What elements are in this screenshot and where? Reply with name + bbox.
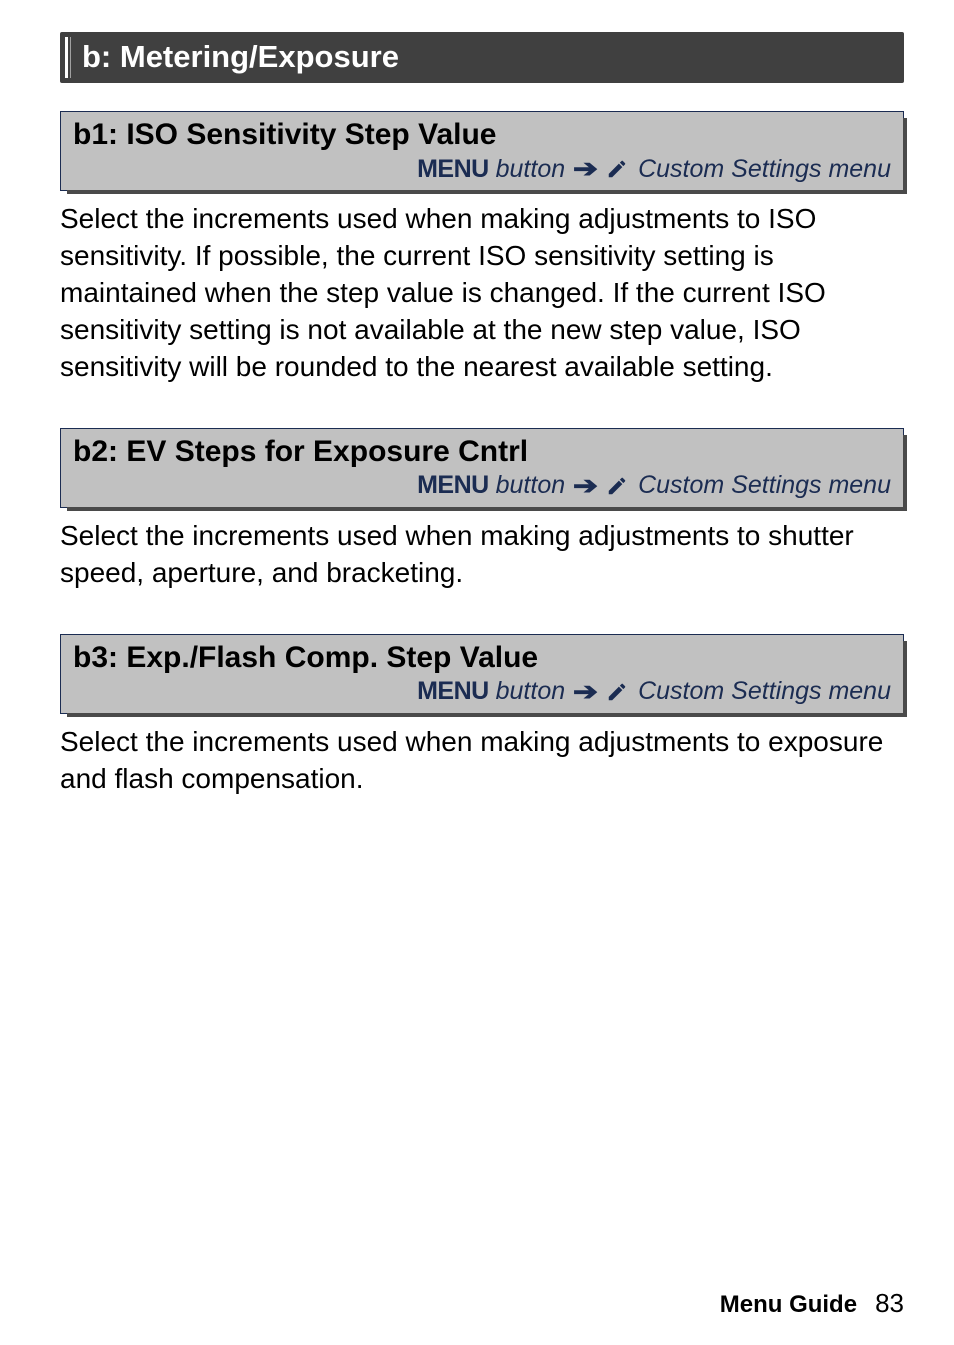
section-title: b: Metering/Exposure	[74, 39, 399, 75]
box-shadow-bottom	[67, 507, 907, 511]
menu-label: MENU	[417, 471, 489, 499]
box-shadow-right	[903, 435, 907, 511]
subheading-b2: b2: EV Steps for Exposure Cntrl MENU but…	[60, 428, 904, 508]
pencil-icon	[606, 475, 628, 497]
menu-label: MENU	[417, 677, 489, 705]
banner-accent	[65, 37, 68, 78]
banner-accent-thin	[70, 37, 71, 78]
menu-label: MENU	[417, 155, 489, 183]
box-shadow-bottom	[67, 190, 907, 194]
pencil-icon	[606, 158, 628, 180]
box-shadow-right	[903, 641, 907, 717]
menu-button-word: button	[496, 155, 566, 183]
box-shadow-bottom	[67, 713, 907, 717]
body-b3: Select the increments used when making a…	[60, 724, 904, 798]
sub-title-b1: b1: ISO Sensitivity Step Value	[61, 112, 903, 154]
footer-page-number: 83	[875, 1288, 904, 1319]
arrow-icon: ➔	[573, 471, 598, 501]
page-footer: Menu Guide 83	[720, 1288, 904, 1319]
menu-dest: Custom Settings menu	[638, 155, 891, 184]
menu-path-b1: MENU button ➔ Custom Settings menu	[61, 154, 903, 190]
body-b2: Select the increments used when making a…	[60, 518, 904, 592]
subheading-b3: b3: Exp./Flash Comp. Step Value MENU but…	[60, 634, 904, 714]
subheading-b1: b1: ISO Sensitivity Step Value MENU butt…	[60, 111, 904, 191]
arrow-icon: ➔	[573, 677, 598, 707]
menu-dest: Custom Settings menu	[638, 471, 891, 500]
footer-label: Menu Guide	[720, 1291, 857, 1319]
menu-dest: Custom Settings menu	[638, 677, 891, 706]
menu-button-word: button	[496, 471, 566, 499]
pencil-icon	[606, 681, 628, 703]
menu-path-b3: MENU button ➔ Custom Settings menu	[61, 677, 903, 713]
sub-title-b2: b2: EV Steps for Exposure Cntrl	[61, 429, 903, 471]
menu-path-b2: MENU button ➔ Custom Settings menu	[61, 471, 903, 507]
section-banner: b: Metering/Exposure	[60, 32, 904, 83]
menu-button-text: MENU button	[417, 155, 565, 184]
menu-button-text: MENU button	[417, 677, 565, 706]
menu-button-word: button	[496, 677, 566, 705]
sub-title-b3: b3: Exp./Flash Comp. Step Value	[61, 635, 903, 677]
box-shadow-right	[903, 118, 907, 194]
menu-button-text: MENU button	[417, 471, 565, 500]
arrow-icon: ➔	[573, 154, 598, 184]
body-b1: Select the increments used when making a…	[60, 201, 904, 386]
